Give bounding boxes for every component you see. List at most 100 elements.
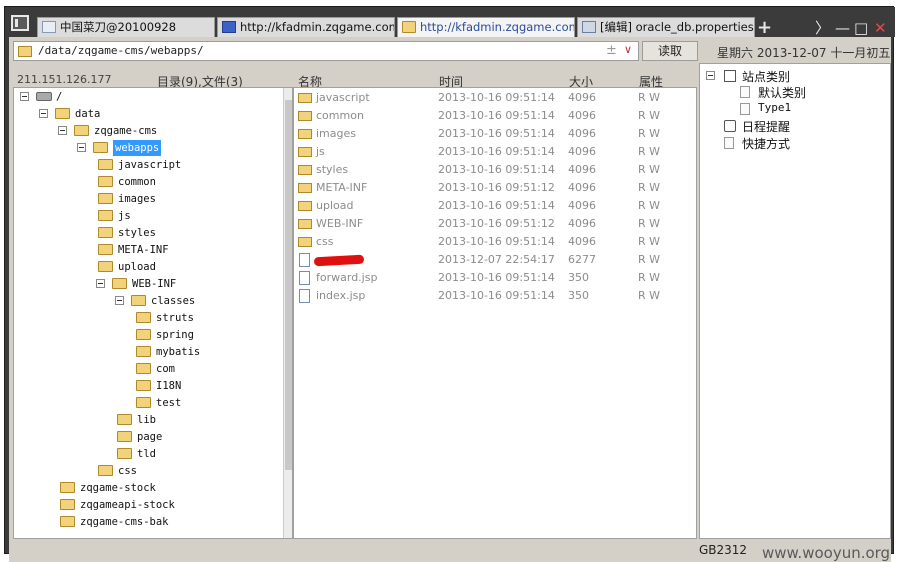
scrollbar-thumb[interactable] [285, 100, 292, 470]
file-row[interactable]: META-INF 2013-10-16 09:51:12 4096 R W [294, 179, 698, 197]
file-row[interactable]: js 2013-10-16 09:51:14 4096 R W [294, 143, 698, 161]
server-ip: 211.151.126.177 [17, 73, 112, 86]
collapse-icon[interactable] [96, 279, 105, 288]
tree-item-label: javascript [118, 159, 182, 171]
file-time: 2013-12-07 22:54:17 [438, 253, 555, 266]
folder-icon [112, 278, 127, 289]
redaction-mark [313, 254, 365, 267]
folder-icon [136, 397, 151, 408]
file-row[interactable]: javascript 2013-10-16 09:51:14 4096 R W [294, 89, 698, 107]
address-bar[interactable]: /data/zqgame-cms/webapps/ ± ∨ [13, 41, 639, 61]
tree-item-label: lib [137, 414, 156, 426]
collapse-icon[interactable] [77, 143, 86, 152]
tab-edit-properties[interactable]: [编辑] oracle_db.properties [577, 17, 755, 38]
folder-icon [298, 111, 312, 121]
shortcut-icon [724, 137, 734, 149]
folder-icon [60, 499, 75, 510]
file-time: 2013-10-16 09:51:14 [438, 127, 555, 140]
encoding-status[interactable]: GB2312 [699, 543, 747, 557]
maximize-icon[interactable]: □ [854, 21, 868, 36]
tree-item-label: css [118, 465, 137, 477]
file-row[interactable]: common 2013-10-16 09:51:14 4096 R W [294, 107, 698, 125]
file-attr: R W [638, 181, 661, 194]
file-time: 2013-10-16 09:51:14 [438, 109, 555, 122]
file-time: 2013-10-16 09:51:14 [438, 163, 555, 176]
file-attr: R W [638, 199, 661, 212]
read-button[interactable]: 读取 [642, 41, 698, 61]
folder-icon [98, 159, 113, 170]
file-row[interactable]: WEB-INF 2013-10-16 09:51:12 4096 R W [294, 215, 698, 233]
file-name: index.jsp [316, 289, 366, 302]
tree-item-label: com [156, 363, 175, 375]
menu-icon[interactable] [11, 15, 29, 31]
folder-icon [298, 129, 312, 139]
tree-item-label: mybatis [156, 346, 201, 358]
main-area: /data/zqgame-cms/webapps/ ± ∨ 读取 星期六 201… [9, 37, 891, 562]
folder-icon [117, 414, 132, 425]
app-window: 中国菜刀@20100928 http://kfadmin.zqgame.com/… [4, 6, 895, 562]
folder-icon [298, 147, 312, 157]
file-attr: R W [638, 163, 661, 176]
file-name: styles [316, 163, 349, 176]
file-row[interactable]: 2013-12-07 22:54:17 6277 R W [294, 251, 698, 269]
collapse-icon[interactable] [115, 296, 124, 305]
folder-icon [117, 431, 132, 442]
chevron-down-icon[interactable]: ∨ [624, 43, 632, 56]
file-row[interactable]: styles 2013-10-16 09:51:14 4096 R W [294, 161, 698, 179]
type1-label: Type1 [758, 101, 792, 114]
folder-icon [402, 21, 416, 33]
collapse-icon[interactable] [39, 109, 48, 118]
tree-item-label: zqgame-cms-bak [80, 516, 169, 528]
folder-icon [60, 516, 75, 527]
tab-url-2[interactable]: http://kfadmin.zqgame.com/1... [397, 17, 575, 38]
folder-icon [298, 219, 312, 229]
tree-item-label: test [156, 397, 182, 409]
folder-icon [131, 295, 146, 306]
tab-caidao[interactable]: 中国菜刀@20100928 [37, 17, 215, 38]
file-row[interactable]: upload 2013-10-16 09:51:14 4096 R W [294, 197, 698, 215]
folder-icon [98, 244, 113, 255]
file-list: javascript 2013-10-16 09:51:14 4096 R Wcomm… [293, 87, 697, 539]
plus-minus-icon[interactable]: ± [606, 43, 617, 58]
collapse-icon[interactable] [20, 92, 29, 101]
add-tab-button[interactable]: + [757, 19, 772, 37]
folder-icon [298, 165, 312, 175]
tree-item-label: META-INF [118, 244, 169, 256]
tab-label: 中国菜刀@20100928 [60, 20, 177, 34]
file-row[interactable]: index.jsp 2013-10-16 09:51:14 350 R W [294, 287, 698, 305]
tree-item-label: WEB-INF [132, 278, 177, 290]
file-row[interactable]: forward.jsp 2013-10-16 09:51:14 350 R W [294, 269, 698, 287]
folder-icon [98, 193, 113, 204]
file-name: css [316, 235, 334, 248]
directory-tree: / data zqgame-cms webapps javascript common im… [13, 87, 293, 539]
tree-item-label: tld [137, 448, 156, 460]
tree-item-label: data [75, 108, 101, 120]
tab-url-1[interactable]: http://kfadmin.zqgame.com/1... [217, 17, 395, 38]
tree-scrollbar[interactable] [283, 88, 292, 538]
category-box-icon [724, 70, 736, 82]
collapse-icon[interactable] [58, 126, 67, 135]
file-row[interactable]: images 2013-10-16 09:51:14 4096 R W [294, 125, 698, 143]
file-size: 350 [568, 289, 589, 302]
edit-icon [582, 21, 596, 33]
tree-item-label: spring [156, 329, 194, 341]
file-attr: R W [638, 127, 661, 140]
collapse-icon[interactable] [706, 71, 715, 80]
default-category-label: 默认类别 [758, 86, 807, 100]
tree-item-label: common [118, 176, 156, 188]
site-panel: 站点类别 默认类别 Type1 日程提醒 快捷方式 [699, 63, 891, 539]
minimize-icon[interactable]: — [835, 21, 850, 36]
tree-item-label: classes [151, 295, 196, 307]
file-size: 4096 [568, 235, 596, 248]
tree-item-label: styles [118, 227, 156, 239]
address-input[interactable]: /data/zqgame-cms/webapps/ [38, 44, 204, 57]
watermark: www.wooyun.org [762, 544, 891, 562]
file-row[interactable]: css 2013-10-16 09:51:14 4096 R W [294, 233, 698, 251]
site-category-label: 站点类别 [742, 70, 791, 84]
next-tab-icon[interactable]: 〉 [815, 21, 830, 36]
folder-icon [136, 329, 151, 340]
folder-icon [98, 176, 113, 187]
file-time: 2013-10-16 09:51:14 [438, 199, 555, 212]
page-icon [740, 86, 750, 98]
close-icon[interactable]: ✕ [874, 21, 887, 36]
